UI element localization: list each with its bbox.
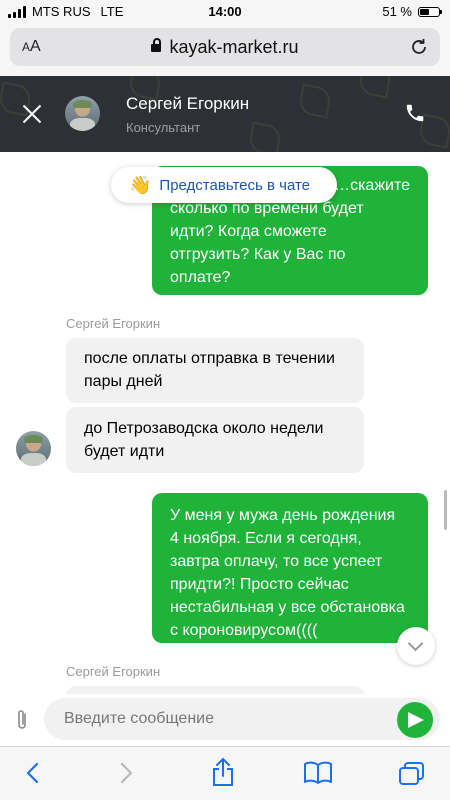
message-incoming: [66, 686, 364, 694]
agent-avatar: [16, 431, 51, 466]
chat-header: Сергей Егоркин Консультант: [0, 76, 450, 152]
agent-name: Сергей Егоркин: [126, 94, 250, 113]
composer: [0, 694, 450, 746]
battery-percent: 51 %: [382, 4, 412, 19]
agent-avatar: [65, 96, 100, 131]
message-line: 4 ноября. Если я сегодня,: [170, 530, 362, 547]
message-outgoing: У меня у мужа день рождения 4 ноября. Ес…: [152, 493, 428, 643]
url-text: kayak-market.ru: [169, 37, 299, 57]
agent-role: Консультант: [126, 120, 201, 135]
message-line: оплате?: [170, 269, 231, 286]
scroll-down-button[interactable]: [397, 627, 435, 665]
send-icon[interactable]: [397, 702, 433, 738]
address-bar[interactable]: AA kayak-market.ru: [10, 28, 440, 66]
message-input[interactable]: [44, 698, 440, 740]
message-line: завтра оплачу, то все успеет: [170, 553, 383, 570]
forward-icon[interactable]: [117, 761, 135, 790]
back-icon[interactable]: [24, 761, 42, 790]
message-line: будет идти: [84, 443, 165, 460]
battery-icon: [418, 6, 442, 17]
status-right: 51 %: [382, 4, 442, 19]
hand-icon: 👋: [129, 174, 152, 195]
paperclip-icon[interactable]: [14, 708, 30, 737]
browser-toolbar: [0, 746, 450, 800]
battery-fill: [420, 8, 430, 15]
message-line: с короновирусом((((: [170, 622, 318, 639]
message-line: идти? Когда сможете: [170, 223, 327, 240]
leaf-pattern-icon: [247, 121, 283, 152]
message-line: до Петрозаводска около недели: [84, 420, 324, 437]
introduce-yourself-button[interactable]: 👋 Представьтесь в чате: [111, 167, 337, 203]
message-line: нестабильная у все обстановка: [170, 599, 405, 616]
close-icon[interactable]: [22, 104, 42, 124]
reload-icon[interactable]: [410, 37, 428, 62]
bookmarks-icon[interactable]: [303, 761, 333, 790]
sender-name: Сергей Егоркин: [66, 664, 161, 679]
message-line: после оплаты отправка в течении: [84, 350, 335, 367]
sender-name: Сергей Егоркин: [66, 316, 161, 331]
message-line: У меня у мужа день рождения: [170, 507, 396, 524]
leaf-pattern-icon: [297, 83, 333, 119]
message-incoming: после оплаты отправка в течении пары дне…: [66, 338, 364, 403]
scrollbar[interactable]: [444, 490, 447, 530]
share-icon[interactable]: [211, 757, 235, 792]
url-display[interactable]: kayak-market.ru: [10, 37, 440, 58]
message-line: пары дней: [84, 373, 163, 390]
introduce-label: Представьтесь в чате: [159, 176, 311, 194]
status-bar: MTS RUS LTE 14:00 51 %: [0, 0, 450, 24]
message-line: отгрузить? Как у Вас по: [170, 246, 346, 263]
leaf-pattern-icon: [357, 76, 393, 99]
phone-icon[interactable]: [404, 102, 426, 129]
lock-icon: [151, 38, 162, 52]
message-line: придти?! Просто сейчас: [170, 576, 349, 593]
message-incoming: до Петрозаводска около недели будет идти: [66, 407, 364, 473]
tabs-icon[interactable]: [398, 761, 426, 792]
message-list[interactable]: …скажите сколько по времени будет идти? …: [0, 152, 450, 694]
browser-bar: AA kayak-market.ru: [0, 24, 450, 76]
